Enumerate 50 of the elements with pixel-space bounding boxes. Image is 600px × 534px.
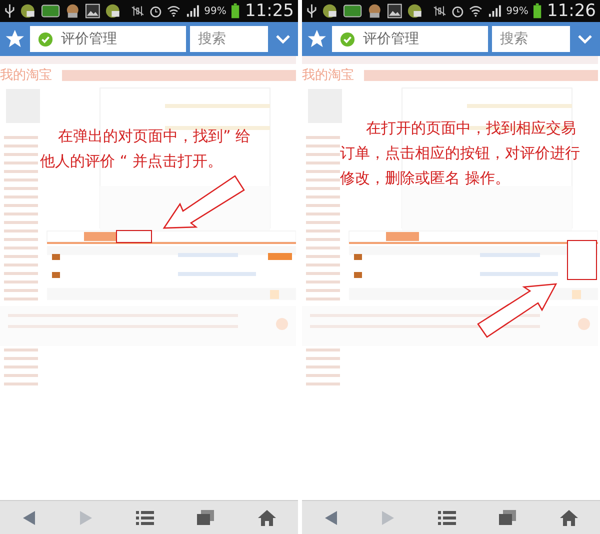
highlight-frame: [116, 230, 152, 243]
signal-icon: [186, 4, 200, 18]
highlight-frame: [567, 240, 597, 280]
alarm-icon: [149, 4, 162, 18]
image-icon: [85, 3, 100, 19]
shield-check-icon: [340, 32, 355, 46]
clock-time: 11:26: [547, 2, 596, 20]
search-field[interactable]: 搜索: [492, 26, 570, 52]
chevron-down-icon: [577, 33, 594, 45]
app-notification-icon: [366, 3, 382, 19]
address-field[interactable]: 评价管理: [332, 26, 488, 52]
wifi-icon: [167, 4, 181, 18]
battery-percent: 99%: [204, 4, 226, 18]
alarm-icon: [451, 4, 464, 18]
signal-icon: [488, 4, 502, 18]
app-notification-icon: [407, 3, 423, 19]
image-icon: [387, 3, 402, 19]
bookmark-star-icon[interactable]: [4, 28, 26, 50]
clock-time: 11:25: [245, 2, 294, 20]
home-icon[interactable]: [258, 510, 276, 526]
usb-icon: [306, 3, 318, 19]
battery-icon: [533, 3, 542, 19]
chevron-down-icon: [275, 33, 292, 45]
shield-check-icon: [38, 32, 53, 46]
battery-app-icon: [40, 4, 60, 18]
back-icon[interactable]: [324, 510, 338, 526]
annotation-text: 在打开的页面中，找到相应交易 订单，点击相应的按钮，对评价进行 修改，删除或匿名 操作。: [340, 118, 581, 189]
back-icon[interactable]: [22, 510, 36, 526]
home-icon[interactable]: [560, 510, 578, 526]
wifi-icon: [469, 4, 483, 18]
vibrate-icon: [432, 4, 446, 18]
app-notification-icon: [64, 3, 80, 19]
bookmark-star-icon[interactable]: [306, 28, 328, 50]
menu-icon[interactable]: [136, 510, 154, 524]
menu-icon[interactable]: [438, 510, 456, 524]
annotation-text: 在弹出的对页面中，找到” 给 他人的评价 “ 并点击打开。: [40, 126, 252, 172]
tabs-icon[interactable]: [499, 510, 518, 526]
address-field[interactable]: 评价管理: [30, 26, 186, 52]
vibrate-icon: [130, 4, 144, 18]
app-notification-icon: [20, 3, 36, 19]
usb-icon: [4, 3, 16, 19]
battery-icon: [231, 3, 240, 19]
page-logo: 我的淘宝: [0, 67, 52, 85]
battery-app-icon: [342, 4, 362, 18]
battery-percent: 99%: [506, 4, 528, 18]
app-notification-icon: [322, 3, 338, 19]
search-field[interactable]: 搜索: [190, 26, 268, 52]
app-notification-icon: [105, 3, 121, 19]
page-logo: 我的淘宝: [302, 67, 354, 85]
tabs-icon[interactable]: [197, 510, 216, 526]
